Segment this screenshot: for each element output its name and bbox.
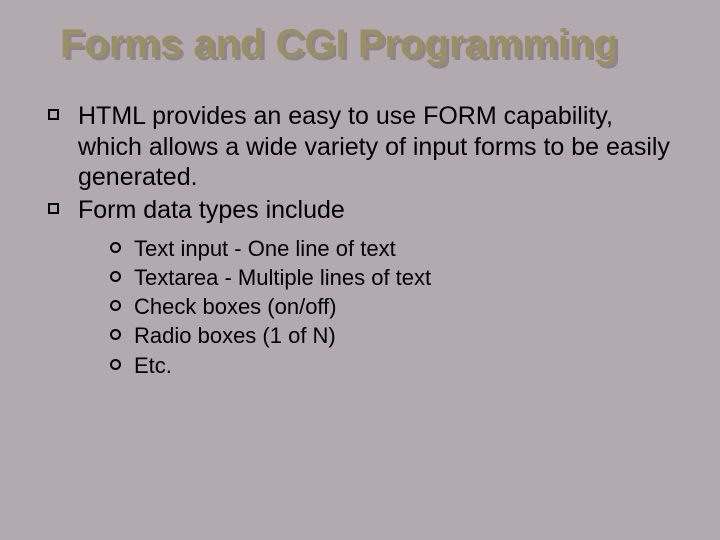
- bullet-text: HTML provides an easy to use FORM capabi…: [78, 102, 670, 191]
- sub-bullet-text: Textarea - Multiple lines of text: [134, 265, 431, 290]
- sub-bullet-list: Text input - One line of text Textarea -…: [78, 235, 680, 380]
- slide: Forms and CGI Programming Forms and CGI …: [0, 0, 720, 540]
- sub-bullet-text: Etc.: [134, 353, 172, 378]
- list-item: Check boxes (on/off): [110, 293, 680, 321]
- list-item: Form data types include Text input - One…: [44, 195, 680, 380]
- slide-title: Forms and CGI Programming: [60, 22, 618, 67]
- sub-bullet-text: Check boxes (on/off): [134, 294, 337, 319]
- sub-bullet-text: Text input - One line of text: [134, 236, 396, 261]
- list-item: Radio boxes (1 of N): [110, 322, 680, 350]
- list-item: Etc.: [110, 352, 680, 380]
- list-item: Textarea - Multiple lines of text: [110, 264, 680, 292]
- slide-title-wrap: Forms and CGI Programming Forms and CGI …: [60, 22, 618, 67]
- list-item: Text input - One line of text: [110, 235, 680, 263]
- bullet-text: Form data types include: [78, 196, 345, 224]
- slide-body: HTML provides an easy to use FORM capabi…: [44, 101, 680, 380]
- list-item: HTML provides an easy to use FORM capabi…: [44, 101, 680, 193]
- sub-bullet-text: Radio boxes (1 of N): [134, 323, 336, 348]
- bullet-list: HTML provides an easy to use FORM capabi…: [44, 101, 680, 380]
